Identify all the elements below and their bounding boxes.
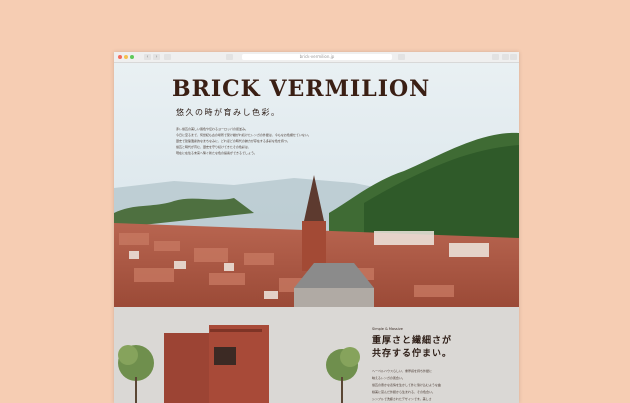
new-tab-icon[interactable] (510, 54, 517, 60)
forward-button[interactable]: › (153, 54, 160, 60)
privacy-shield-icon[interactable] (226, 54, 233, 60)
close-window-icon[interactable] (118, 55, 122, 59)
hero-body-line: 現在に在住る未来へ繋ぐ新たな色の提案ができるでしょう。 (176, 151, 257, 155)
section-body-line: シンプルで洗練されたデザインです。美しさ (372, 397, 432, 401)
brick-house-photo (118, 325, 360, 403)
hero-body-line: 煉瓦と時代が育む、歴史を守り続けてきたその色彩は、 (176, 145, 251, 149)
back-button[interactable]: ‹ (144, 54, 151, 60)
minimize-window-icon[interactable] (124, 55, 128, 59)
browser-window: ‹ › brick-vermilion.jp BRICK VERMILION 悠… (114, 52, 519, 403)
section-body-line: ヘーベルハウスらしい、重厚感を持ち外壁に (372, 369, 433, 373)
hero-body-line: 今日に至るまで、何世紀も古の場所で受け継がれ続けたレンガの外壁は、今もなお色褪せ… (176, 133, 311, 137)
hero-body-line: 赤レ煉瓦の美しい曇色や伝わるヨーロッパの街並み。 (176, 127, 249, 131)
hero-section: BRICK VERMILION 悠久の時が育みし色彩。 赤レ煉瓦の美しい曇色や伝… (114, 63, 519, 307)
design-section: Simple & Massive 重厚さと繊細さが 共存する佇まい。 ヘーベルハ… (114, 307, 519, 403)
reload-icon[interactable] (398, 54, 405, 60)
section-heading-line: 重厚さと繊細さが (372, 336, 453, 346)
sidebar-toggle-icon[interactable] (164, 54, 171, 60)
hero-body-text: 赤レ煉瓦の美しい曇色や伝わるヨーロッパの街並み。 今日に至るまで、何世紀も古の場… (176, 127, 366, 157)
section-body-line: 煉瓦の豊かな表情を生かして外に溶け込むような曲 (372, 383, 441, 387)
share-icon[interactable] (492, 54, 499, 60)
section-body-line: 映えるレンガの風合い。 (372, 376, 405, 380)
browser-toolbar: ‹ › brick-vermilion.jp (114, 52, 519, 63)
maximize-window-icon[interactable] (130, 55, 134, 59)
section-heading-line: 共存する佇まい。 (372, 349, 453, 359)
hero-body-line: 歴史で建築遺産的なまちなみに、どれほどの時代の魅力が存在する多彩な色を持つ。 (176, 139, 290, 143)
page-title: BRICK VERMILION (172, 76, 431, 102)
section-label: Simple & Massive (372, 327, 403, 331)
section-heading: 重厚さと繊細さが 共存する佇まい。 (372, 335, 452, 361)
hero-subtitle: 悠久の時が育みし色彩。 (176, 108, 281, 117)
address-bar[interactable]: brick-vermilion.jp (242, 54, 392, 60)
tabs-overview-icon[interactable] (502, 54, 509, 60)
section-body-line: 線美に富んだ外観から生まれる、その色合い。 (372, 390, 436, 394)
